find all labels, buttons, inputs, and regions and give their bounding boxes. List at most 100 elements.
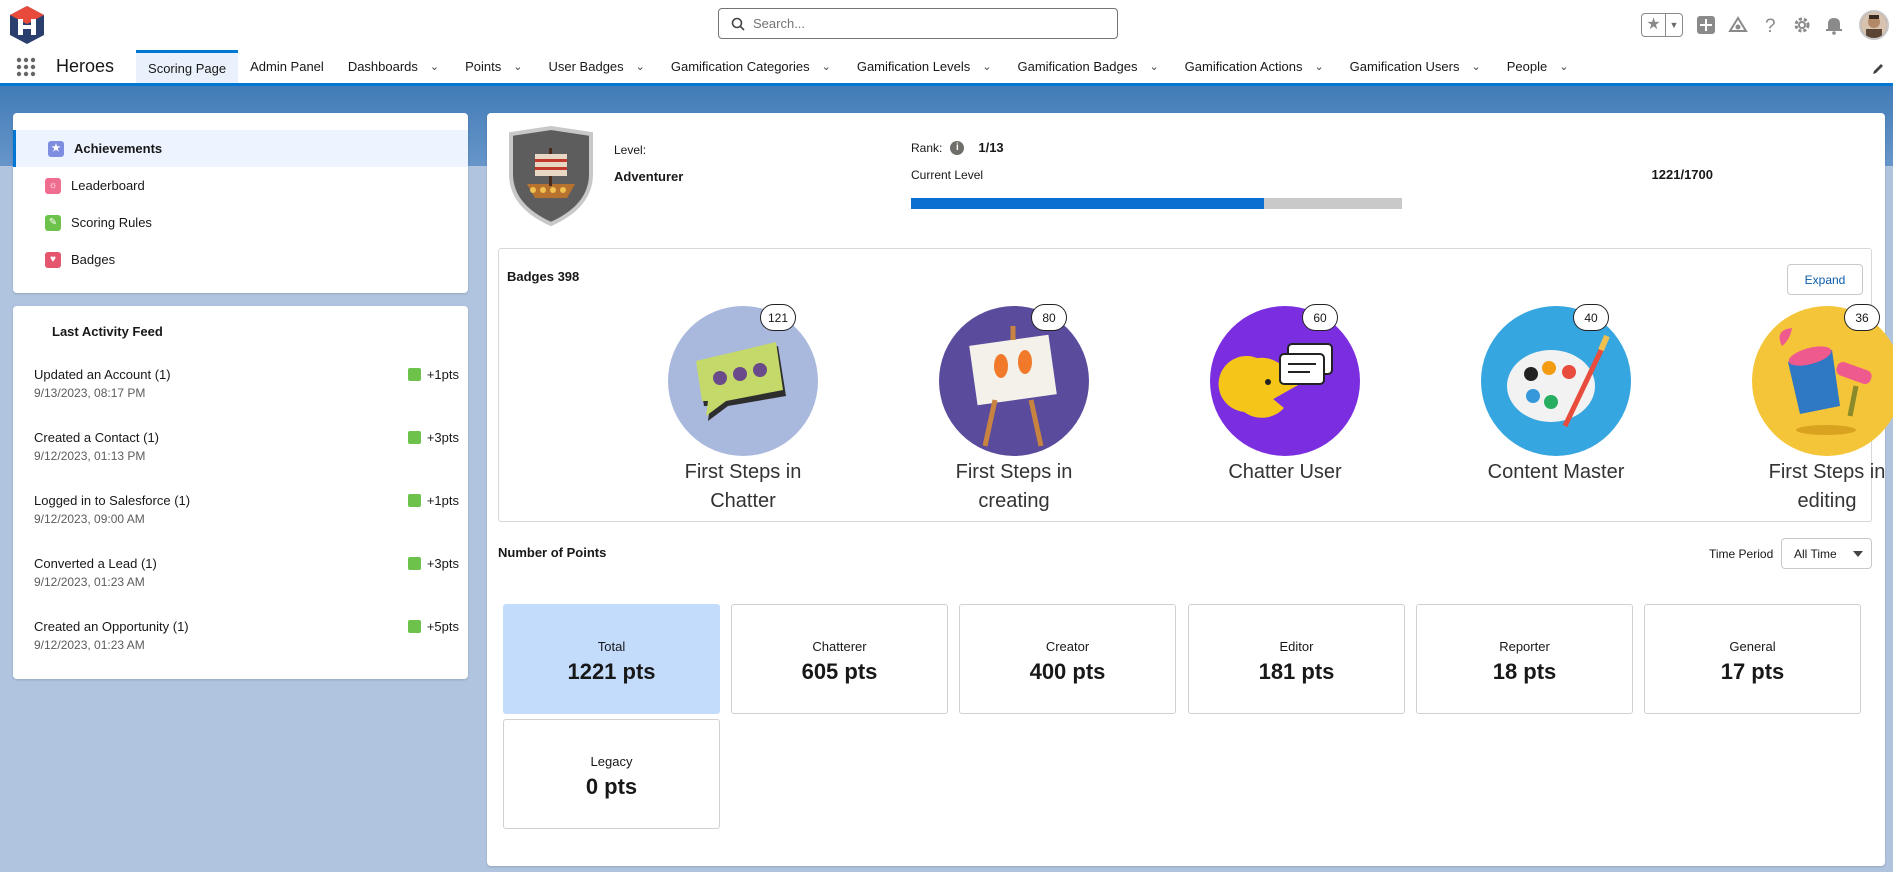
points-tile-general: General 17 pts: [1644, 604, 1861, 714]
chevron-down-icon[interactable]: ⌄: [636, 60, 645, 73]
edit-nav-pencil-icon[interactable]: [1871, 62, 1885, 79]
sidebar-item-badges[interactable]: ♥ Badges: [13, 241, 468, 278]
current-level-value-text: 1221/1700: [1651, 167, 1713, 182]
tab-user-badges[interactable]: User Badges ⌄: [537, 50, 659, 83]
info-icon[interactable]: i: [950, 140, 965, 155]
feed-title: Last Activity Feed: [52, 324, 163, 339]
achievements-main-card: Level: Adventurer Rank: i 1/13 Current L…: [487, 113, 1893, 866]
feed-action: Created an Opportunity (1): [34, 619, 189, 634]
easel-footprints-badge-icon: 80: [939, 304, 1089, 456]
achievements-sidebar: ★ Achievements ☼ Leaderboard ✎ Scoring R…: [13, 113, 468, 293]
notifications-bell-icon[interactable]: [1823, 14, 1845, 36]
tab-points[interactable]: Points ⌄: [453, 50, 536, 83]
feed-item: Logged in to Salesforce (1) 9/12/2023, 0…: [34, 493, 459, 543]
chevron-down-icon[interactable]: ⌄: [513, 60, 522, 73]
level-shield-icon: [503, 125, 599, 227]
feed-time: 9/12/2023, 09:00 AM: [34, 512, 145, 526]
sidebar-item-leaderboard[interactable]: ☼ Leaderboard: [13, 167, 468, 204]
badge-name: Chatter User: [1185, 458, 1385, 487]
app-name: Heroes: [56, 56, 115, 76]
level-value: Adventurer: [614, 169, 684, 184]
favorites-menu-chevron-icon[interactable]: ▼: [1666, 20, 1682, 30]
badge-chatter-user[interactable]: 60 Chatter User: [1185, 304, 1385, 487]
points-tile-legacy: Legacy 0 pts: [503, 719, 720, 829]
badge-name: First Steps in Chatter: [643, 458, 843, 516]
points-title: Number of Points: [498, 545, 607, 560]
badges-section: Badges 398 Expand 121 First Steps in Chat…: [498, 248, 1893, 522]
expand-button[interactable]: Expand: [1787, 264, 1863, 295]
time-period-select[interactable]: All Time: [1781, 538, 1872, 569]
badge-count: 60: [1302, 304, 1338, 331]
feed-action: Logged in to Salesforce (1): [34, 493, 191, 508]
chevron-down-icon[interactable]: ⌄: [1149, 60, 1158, 73]
points-tile-label: Reporter: [1499, 639, 1550, 654]
tab-gamification-badges[interactable]: Gamification Badges ⌄: [1006, 50, 1173, 83]
tab-gamification-actions[interactable]: Gamification Actions ⌄: [1173, 50, 1338, 83]
sidebar-item-label: Scoring Rules: [71, 215, 152, 230]
favorites-button[interactable]: ★ ▼: [1641, 13, 1683, 37]
badge-first-steps-editing[interactable]: 36 First Steps in editing: [1727, 304, 1893, 516]
tab-people[interactable]: People ⌄: [1495, 50, 1583, 83]
user-avatar[interactable]: [1859, 10, 1889, 40]
points-leaf-icon: [407, 620, 421, 633]
tab-gamification-levels[interactable]: Gamification Levels ⌄: [845, 50, 1006, 83]
feed-action: Created a Contact (1): [34, 430, 160, 445]
chevron-down-icon[interactable]: ⌄: [1559, 60, 1568, 73]
tab-label: People: [1506, 59, 1548, 74]
tab-scoring-page[interactable]: Scoring Page: [136, 50, 239, 83]
dropdown-caret-icon: [1853, 551, 1863, 557]
trophy-icon: ♥: [45, 251, 61, 268]
tab-label: Gamification Actions: [1184, 59, 1303, 74]
app-navigation-bar: Heroes Scoring Page Admin Panel Dashboar…: [0, 50, 1893, 86]
tab-label: Admin Panel: [250, 59, 324, 74]
points-tile-value: 17 pts: [1720, 659, 1785, 684]
feed-points: +1pts: [407, 493, 459, 508]
points-leaf-icon: [407, 494, 421, 507]
feed-points: +1pts: [407, 367, 459, 382]
sidebar-item-achievements[interactable]: ★ Achievements: [13, 130, 468, 167]
level-progress-fill: [911, 198, 1264, 209]
rank: Rank: i 1/13: [911, 140, 1004, 155]
points-tile-label: Legacy: [590, 754, 633, 769]
add-icon[interactable]: [1695, 14, 1717, 36]
feed-action: Converted a Lead (1): [34, 556, 157, 571]
feed-points-value: +3pts: [426, 430, 459, 445]
chevron-down-icon[interactable]: ⌄: [822, 60, 831, 73]
tab-admin-panel[interactable]: Admin Panel: [238, 50, 336, 83]
badge-count: 36: [1844, 304, 1880, 331]
tab-label: Gamification Categories: [670, 59, 810, 74]
badge-count: 40: [1573, 304, 1609, 331]
badge-name-line: First Steps in: [955, 461, 1073, 483]
feed-action: Updated an Account (1): [34, 367, 171, 382]
chevron-down-icon[interactable]: ⌄: [430, 60, 439, 73]
badge-first-steps-creating[interactable]: 80 First Steps in creating: [914, 304, 1114, 516]
ribbon-icon: ☼: [45, 177, 61, 194]
badge-content-master[interactable]: 40 Content Master: [1456, 304, 1656, 487]
badge-name-line: Chatter: [710, 490, 776, 512]
badge-first-steps-chatter[interactable]: 121 First Steps in Chatter: [643, 304, 843, 516]
setup-gear-icon[interactable]: [1791, 14, 1813, 36]
tab-gamification-categories[interactable]: Gamification Categories ⌄: [659, 50, 845, 83]
global-search-input[interactable]: Search...: [718, 8, 1118, 39]
sidebar-item-label: Leaderboard: [71, 178, 145, 193]
feed-time: 9/13/2023, 08:17 PM: [34, 386, 146, 400]
chevron-down-icon[interactable]: ⌄: [1471, 60, 1480, 73]
help-icon[interactable]: ?: [1759, 14, 1781, 36]
trailhead-icon[interactable]: [1727, 14, 1749, 36]
header-utility-icons: ★ ▼ ?: [1641, 10, 1893, 40]
chevron-down-icon[interactable]: ⌄: [1314, 60, 1323, 73]
tab-dashboards[interactable]: Dashboards ⌄: [336, 50, 453, 83]
sidebar-item-scoring-rules[interactable]: ✎ Scoring Rules: [13, 204, 468, 241]
level-label: Level:: [614, 143, 647, 157]
app-launcher-icon[interactable]: [8, 50, 44, 83]
chevron-down-icon[interactable]: ⌄: [982, 60, 991, 73]
favorites-star-icon: ★: [1642, 14, 1666, 36]
tab-gamification-users[interactable]: Gamification Users ⌄: [1338, 50, 1495, 83]
feed-points: +3pts: [407, 430, 459, 445]
tab-label: Gamification Badges: [1017, 59, 1138, 74]
badge-name: First Steps in creating: [914, 458, 1114, 516]
app-logo[interactable]: [8, 5, 46, 45]
rules-icon: ✎: [45, 214, 61, 231]
points-leaf-icon: [407, 557, 421, 570]
feed-time: 9/12/2023, 01:23 AM: [34, 638, 145, 652]
